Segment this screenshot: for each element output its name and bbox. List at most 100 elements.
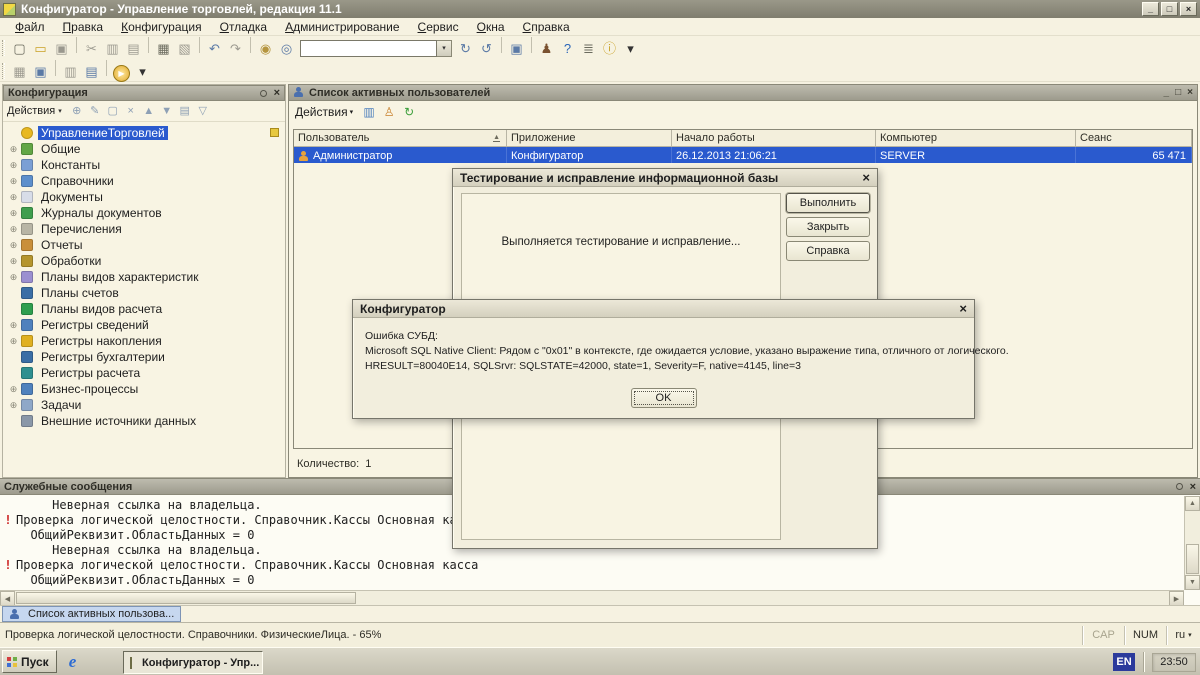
start-button[interactable]: Пуск — [2, 650, 57, 673]
tree-item[interactable]: Внешние источники данных — [3, 413, 285, 429]
pin-icon[interactable] — [260, 90, 267, 97]
filter-icon[interactable]: ▽ — [194, 103, 212, 119]
search-input[interactable] — [300, 40, 437, 57]
tree-item[interactable]: Общие — [3, 141, 285, 157]
column-application[interactable]: Приложение — [507, 130, 672, 146]
scroll-right-icon[interactable]: ▶ — [1169, 591, 1184, 606]
expander-icon[interactable] — [7, 176, 20, 187]
syntax-help-icon[interactable]: ≣ — [578, 40, 599, 59]
message-line[interactable]: Проверка логической целостности. Справоч… — [0, 558, 1184, 573]
close-icon[interactable]: × — [959, 303, 967, 315]
close-icon[interactable]: × — [1187, 87, 1193, 98]
training-icon[interactable]: ♟ — [536, 40, 557, 59]
tree-item[interactable]: Отчеты — [3, 237, 285, 253]
scroll-up-icon[interactable]: ▲ — [1185, 496, 1200, 511]
expander-icon[interactable] — [7, 192, 20, 203]
main-titlebar[interactable]: Конфигуратор - Управление торговлей, ред… — [0, 0, 1200, 18]
tree-item[interactable]: Задачи — [3, 397, 285, 413]
expander-icon[interactable] — [7, 160, 20, 171]
expander-icon[interactable] — [7, 400, 20, 411]
toolbar2-overflow-icon[interactable]: ▾ — [132, 62, 153, 81]
tree-item[interactable]: Регистры бухгалтерии — [3, 349, 285, 365]
tree-item[interactable]: Обработки — [3, 253, 285, 269]
copy-window-icon[interactable]: ▣ — [506, 40, 527, 59]
column-session[interactable]: Сеанс — [1076, 130, 1192, 146]
vertical-scrollbar[interactable]: ▲ ▼ — [1184, 496, 1200, 590]
restore-icon[interactable]: □ — [1175, 87, 1181, 98]
cut-icon[interactable]: ✂ — [81, 40, 102, 59]
redo-icon[interactable]: ↷ — [225, 40, 246, 59]
sort-list-icon[interactable]: ▤ — [176, 103, 194, 119]
expander-icon[interactable] — [7, 240, 20, 251]
interface-icon[interactable]: ▦ — [9, 62, 30, 81]
table-edit-icon[interactable]: ▤ — [81, 62, 102, 81]
tree-item[interactable]: Документы — [3, 189, 285, 205]
refresh-icon[interactable]: ↻ — [399, 104, 419, 121]
menu-item[interactable]: Окна — [468, 19, 514, 35]
replace-redo-icon[interactable]: ↻ — [455, 40, 476, 59]
tree-item[interactable]: УправлениеТорговлей — [3, 125, 285, 141]
menu-item[interactable]: Справка — [514, 19, 579, 35]
column-computer[interactable]: Компьютер — [876, 130, 1076, 146]
restore-icon[interactable]: □ — [1161, 2, 1178, 16]
toolbar-grip[interactable] — [2, 40, 5, 56]
close-button[interactable]: Закрыть — [786, 217, 870, 237]
tree-item[interactable]: Регистры сведений — [3, 317, 285, 333]
open-icon[interactable]: ▭ — [30, 40, 51, 59]
taskbar-task-configurator[interactable]: Конфигуратор - Упр... — [123, 651, 263, 674]
menu-item[interactable]: Файл — [6, 19, 54, 35]
menu-item[interactable]: Отладка — [211, 19, 276, 35]
menu-item[interactable]: Администрирование — [276, 19, 408, 35]
error-dialog-titlebar[interactable]: Конфигуратор × — [353, 300, 974, 318]
close-icon[interactable]: × — [862, 172, 870, 184]
test-dialog-titlebar[interactable]: Тестирование и исправление информационно… — [453, 169, 877, 187]
internet-explorer-icon[interactable]: e — [69, 652, 77, 672]
user-badge-icon[interactable]: ♙ — [379, 104, 399, 121]
print-icon[interactable]: ▦ — [153, 40, 174, 59]
scroll-down-icon[interactable]: ▼ — [1185, 575, 1200, 590]
minimize-icon[interactable]: _ — [1164, 87, 1170, 98]
start-debug-icon[interactable]: ▶ — [113, 65, 130, 82]
actions-menu[interactable]: Действия — [7, 105, 55, 117]
user-list-icon[interactable]: ▥ — [359, 104, 379, 121]
expander-icon[interactable] — [7, 208, 20, 219]
delete-icon[interactable]: × — [122, 103, 140, 119]
paste-icon[interactable]: ▤ — [123, 40, 144, 59]
active-users-titlebar[interactable]: Список активных пользователей _ □ × — [289, 85, 1197, 101]
info-icon[interactable]: ⓘ — [599, 38, 620, 57]
tree-item[interactable]: Планы счетов — [3, 285, 285, 301]
print-preview-icon[interactable]: ▧ — [174, 40, 195, 59]
copy-icon[interactable]: ▥ — [102, 40, 123, 59]
help-button[interactable]: Справка — [786, 241, 870, 261]
column-start-time[interactable]: Начало работы — [672, 130, 876, 146]
close-icon[interactable]: × — [274, 88, 280, 98]
menu-item[interactable]: Сервис — [409, 19, 468, 35]
edit-icon[interactable]: ✎ — [86, 103, 104, 119]
save-icon[interactable]: ▣ — [51, 40, 72, 59]
pin-icon[interactable] — [1176, 483, 1183, 490]
tree-item[interactable]: Константы — [3, 157, 285, 173]
close-icon[interactable]: × — [1180, 2, 1197, 16]
tree-item[interactable]: Регистры расчета — [3, 365, 285, 381]
menu-item[interactable]: Правка — [54, 19, 113, 35]
scroll-left-icon[interactable]: ◀ — [0, 591, 15, 606]
minimize-icon[interactable]: _ — [1142, 2, 1159, 16]
help-search-icon[interactable]: ? — [557, 39, 578, 58]
toolbar-grip[interactable] — [2, 63, 5, 79]
scrollbar-thumb[interactable] — [16, 592, 356, 604]
expander-icon[interactable] — [7, 256, 20, 267]
tree-item[interactable]: Планы видов расчета — [3, 301, 285, 317]
tree-item[interactable]: Бизнес-процессы — [3, 381, 285, 397]
copy-item-icon[interactable]: ▢ — [104, 103, 122, 119]
replace-undo-icon[interactable]: ↺ — [476, 40, 497, 59]
tree-item[interactable]: Перечисления — [3, 221, 285, 237]
config-window-icon[interactable]: ▣ — [30, 62, 51, 81]
message-line[interactable]: ОбщийРеквизит.ОбластьДанных = 0 — [0, 573, 1184, 588]
expander-icon[interactable] — [7, 384, 20, 395]
add-icon[interactable]: ⊕ — [68, 103, 86, 119]
scrollbar-thumb[interactable] — [1186, 544, 1199, 574]
expander-icon[interactable] — [7, 336, 20, 347]
tree-item[interactable]: Журналы документов — [3, 205, 285, 221]
move-up-icon[interactable]: ▲ — [140, 103, 158, 119]
expander-icon[interactable] — [7, 272, 20, 283]
